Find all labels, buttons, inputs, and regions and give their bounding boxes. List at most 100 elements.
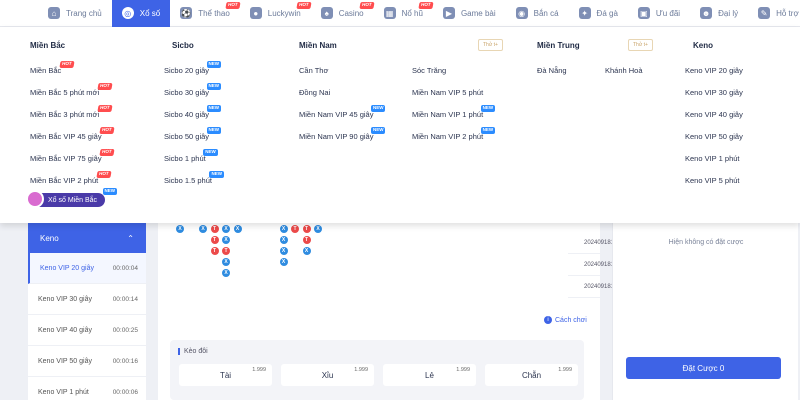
menu-item[interactable]: Miền Bắc 5 phút mới HOT xyxy=(30,83,112,97)
result-ball: T xyxy=(210,236,219,244)
menu-item[interactable]: Miền Nam VIP 1 phút NEW xyxy=(412,105,496,119)
column-heading-mien-nam: Miền Nam xyxy=(299,41,337,50)
menu-item[interactable]: Keno VIP 40 giây xyxy=(685,110,743,119)
menu-item[interactable]: Miền Nam VIP 45 giây NEW xyxy=(299,105,386,119)
menu-item-label: Miền Nam VIP 1 phút xyxy=(412,110,484,119)
menu-item-label: Keno VIP 1 phút xyxy=(685,154,740,163)
result-ball: X xyxy=(314,225,322,233)
bet-odds: 1.999 xyxy=(354,367,368,373)
nav-home[interactable]: ⌂ Trang chủ xyxy=(38,0,112,27)
no-bets-message: Hiện không có đặt cược xyxy=(668,239,744,246)
card-game-icon: ▶ xyxy=(442,7,455,19)
menu-item-label: Keno VIP 20 giây xyxy=(685,66,743,75)
bet-odds: 1.999 xyxy=(252,367,266,373)
nav-support[interactable]: ✎ Hỗ trợ xyxy=(748,0,800,27)
sidebar-item[interactable]: Keno VIP 30 giây 00:00:14 xyxy=(28,284,146,315)
new-badge: NEW xyxy=(206,61,222,68)
sidebar-item[interactable]: Keno VIP 50 giây 00:00:16 xyxy=(28,346,146,377)
home-icon: ⌂ xyxy=(48,7,60,19)
result-ball: X xyxy=(199,225,207,233)
menu-item-label: Miền Nam VIP 2 phút xyxy=(412,132,484,141)
nav-casino[interactable]: ♠ Casino HOT xyxy=(311,0,375,27)
cockfight-icon: ✦ xyxy=(578,7,591,19)
bet-option-label: Xỉu xyxy=(321,370,334,380)
result-ball: X xyxy=(302,247,311,255)
nav-label: Hỗ trợ xyxy=(776,8,799,18)
bet-option[interactable]: Xỉu 1.999 xyxy=(281,364,374,386)
fish-icon: ◉ xyxy=(515,7,528,19)
nav-sports[interactable]: ⚽ Thể thao HOT xyxy=(170,0,241,27)
nav-lottery[interactable]: ◎ Xổ số xyxy=(111,0,171,27)
result-ball: X xyxy=(222,225,230,233)
menu-item[interactable]: Keno VIP 5 phút xyxy=(685,176,740,185)
keno-sidebar: Keno ⌃ Keno VIP 20 giây 00:00:04 Keno VIP … xyxy=(28,223,146,400)
result-ball: X xyxy=(279,247,288,255)
hot-badge: HOT xyxy=(296,1,312,8)
new-badge: NEW xyxy=(206,127,222,134)
bet-option[interactable]: Lẻ 1.999 xyxy=(383,364,476,386)
place-bet-button[interactable]: Đặt Cược 0 xyxy=(626,357,781,379)
how-to-play-label: Cách chơi xyxy=(555,316,587,324)
menu-item-label: Miền Bắc VIP 2 phút xyxy=(30,176,99,185)
sidebar-header[interactable]: Keno ⌃ xyxy=(28,223,146,253)
menu-item[interactable]: Miền Bắc VIP 75 giây HOT xyxy=(30,149,115,163)
menu-item[interactable]: Keno VIP 20 giây xyxy=(685,66,743,75)
menu-item[interactable]: Đà Nẵng xyxy=(537,66,567,75)
menu-item[interactable]: Keno VIP 1 phút xyxy=(685,154,740,163)
result-ball: T xyxy=(210,225,219,233)
new-badge: NEW xyxy=(480,105,496,112)
menu-item[interactable]: Keno VIP 30 giây xyxy=(685,88,743,97)
bet-odds: 1.999 xyxy=(558,367,572,373)
top-nav: ⌂ Trang chủ ◎ Xổ số ⚽ Thể thao HOT ● Luckywin HOT… xyxy=(0,0,800,27)
menu-item[interactable]: Miền Bắc HOT xyxy=(30,61,74,75)
nav-luckywin[interactable]: ● Luckywin HOT xyxy=(240,0,312,27)
menu-item[interactable]: Đồng Nai xyxy=(299,88,330,97)
menu-item[interactable]: Sóc Trăng xyxy=(412,66,446,75)
sidebar-item[interactable]: Keno VIP 40 giây 00:00:25 xyxy=(28,315,146,346)
menu-item[interactable]: Sicbo 40 giây NEW xyxy=(164,105,222,119)
promo-mien-bac-button[interactable]: Xổ số Miền Bắc NEW xyxy=(26,188,118,208)
countdown-timer: 00:00:25 xyxy=(112,326,138,334)
nav-fish[interactable]: ◉ Bắn cá xyxy=(506,0,569,27)
result-ball: X xyxy=(233,225,242,233)
luckywin-icon: ● xyxy=(249,7,262,19)
menu-item[interactable]: Sicbo 30 giây NEW xyxy=(164,83,222,97)
menu-item-label: Sóc Trăng xyxy=(412,66,447,75)
bet-option[interactable]: Tài 1.999 xyxy=(179,364,272,386)
bet-option-label: Lẻ xyxy=(425,370,434,380)
coming-soon-badge: Thử t+ xyxy=(628,39,653,51)
menu-item[interactable]: Miền Nam VIP 5 phút xyxy=(412,88,483,97)
menu-item-label: Keno VIP 40 giây xyxy=(685,110,743,119)
result-ball: X xyxy=(279,258,288,266)
bet-option[interactable]: Chẵn 1.999 xyxy=(485,364,578,386)
menu-item[interactable]: Keno VIP 50 giây xyxy=(685,132,743,141)
gift-icon: ▣ xyxy=(637,7,650,19)
new-badge: NEW xyxy=(206,105,222,112)
nav-agent[interactable]: ☻ Đại lý xyxy=(690,0,748,27)
menu-item[interactable]: Sicbo 1.5 phút NEW xyxy=(164,171,224,185)
menu-item[interactable]: Miền Nam VIP 90 giây NEW xyxy=(299,127,386,141)
casino-icon: ♠ xyxy=(320,7,333,19)
menu-item[interactable]: Miền Nam VIP 2 phút NEW xyxy=(412,127,496,141)
menu-item-label: Miền Bắc xyxy=(30,66,62,75)
countdown-timer: 00:00:06 xyxy=(112,388,138,396)
menu-item-label: Keno VIP 30 giây xyxy=(685,88,743,97)
how-to-play-link[interactable]: i Cách chơi xyxy=(544,316,587,324)
menu-item[interactable]: Sicbo 20 giây NEW xyxy=(164,61,222,75)
menu-item[interactable]: Cần Thơ xyxy=(299,66,328,75)
menu-item[interactable]: Miền Bắc VIP 45 giây HOT xyxy=(30,127,115,141)
menu-item[interactable]: Sicbo 1 phút NEW xyxy=(164,149,218,163)
nav-cockfight[interactable]: ✦ Đá gà xyxy=(569,0,628,27)
menu-item[interactable]: Sicbo 50 giây NEW xyxy=(164,127,222,141)
sidebar-item[interactable]: Keno VIP 20 giây 00:00:04 xyxy=(28,253,146,284)
sidebar-item[interactable]: Keno VIP 1 phút 00:00:06 xyxy=(28,377,146,400)
countdown-timer: 00:00:14 xyxy=(112,295,138,303)
coming-soon-badge: Thử t+ xyxy=(478,39,503,51)
nav-gift[interactable]: ▣ Ưu đãi xyxy=(628,0,690,27)
menu-item[interactable]: Khánh Hoà xyxy=(605,66,643,75)
nav-slots[interactable]: ▦ Nổ hũ HOT xyxy=(374,0,434,27)
new-badge: NEW xyxy=(480,127,496,134)
menu-item[interactable]: Miền Bắc VIP 2 phút HOT xyxy=(30,171,111,185)
menu-item[interactable]: Miền Bắc 3 phút mới HOT xyxy=(30,105,112,119)
nav-card-game[interactable]: ▶ Game bài xyxy=(433,0,506,27)
